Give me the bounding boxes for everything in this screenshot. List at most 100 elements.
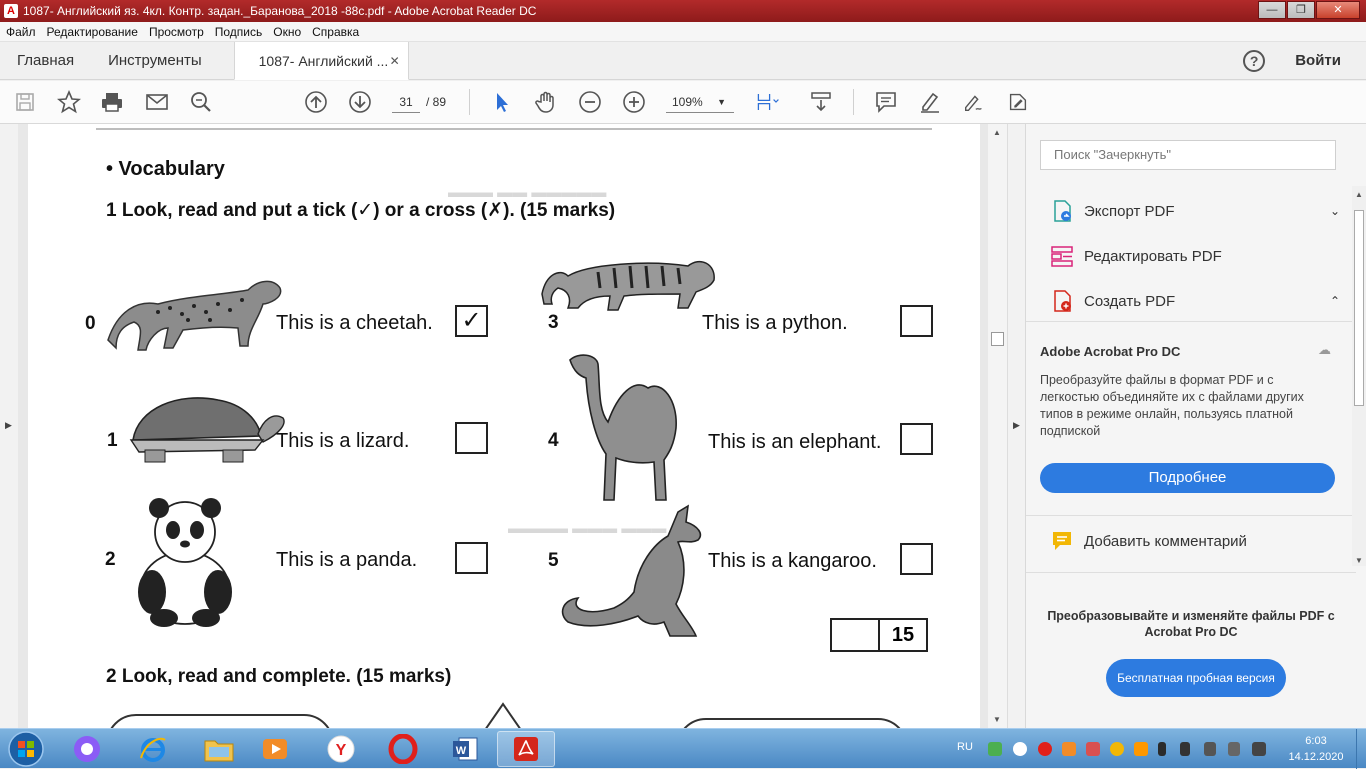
left-pane-toggle[interactable]: ▶ — [0, 124, 18, 728]
sign-icon[interactable] — [962, 90, 986, 114]
zoom-out-icon[interactable] — [578, 90, 602, 114]
document-area[interactable]: ▶ ▬▬▬ ▬▬ ▬▬▬▬▬ ▬▬▬▬ ▬▬▬ ▬▬▬ • Vocabulary… — [0, 124, 1007, 728]
add-comment-tool[interactable]: Добавить комментарий — [1050, 526, 1330, 556]
tray-icon[interactable] — [1062, 742, 1076, 756]
scroll-up-icon[interactable]: ▲ — [1355, 190, 1363, 199]
edit-pdf-label: Редактировать PDF — [1084, 247, 1222, 265]
network-icon[interactable] — [1228, 742, 1240, 756]
document-scrollbar[interactable]: ▲ ▼ — [988, 124, 1007, 728]
export-pdf-tool[interactable]: Экспорт PDF ⌄ — [1050, 196, 1340, 226]
bluetooth-icon[interactable] — [1158, 742, 1166, 756]
prev-page-icon[interactable] — [304, 90, 328, 114]
tools-search-input[interactable]: Поиск "Зачеркнуть" — [1040, 140, 1336, 170]
item-sentence: This is a lizard. — [276, 430, 410, 452]
highlight-pen-icon[interactable] — [918, 90, 942, 114]
answer-checkbox[interactable]: ✓ — [455, 305, 488, 337]
acrobat-icon — [514, 737, 538, 761]
chevron-down-icon[interactable]: ⌄ — [1330, 204, 1340, 218]
item-sentence: This is a python. — [702, 312, 848, 334]
answer-checkbox[interactable] — [900, 423, 933, 455]
free-trial-button[interactable]: Бесплатная пробная версия — [1106, 659, 1286, 697]
tab-home[interactable]: Главная — [0, 42, 91, 79]
svg-text:W: W — [456, 745, 467, 757]
mail-icon[interactable] — [145, 90, 169, 114]
export-pdf-icon — [1054, 200, 1071, 222]
help-icon[interactable]: ? — [1243, 49, 1266, 72]
menu-bar: Файл Редактирование Просмотр Подпись Окн… — [0, 22, 1366, 42]
menu-edit[interactable]: Редактирование — [41, 25, 143, 39]
scroll-mode-icon[interactable] — [809, 90, 833, 114]
taskbar-app-acrobat[interactable] — [497, 731, 555, 767]
scroll-thumb[interactable] — [991, 332, 1004, 346]
taskbar-app-word[interactable]: W — [436, 731, 494, 767]
menu-help[interactable]: Справка — [306, 25, 364, 39]
tab-document[interactable]: 1087- Английский ... ✕ — [233, 42, 409, 80]
tortoise-image — [129, 397, 285, 463]
start-button[interactable] — [4, 730, 48, 768]
select-cursor-icon[interactable] — [490, 90, 514, 114]
zoom-select[interactable]: 109% ▼ — [666, 91, 734, 113]
tray-icon[interactable] — [1038, 742, 1052, 756]
taskbar-app-ie[interactable] — [124, 731, 182, 767]
taskbar-app-yandex[interactable]: Y — [312, 731, 370, 767]
learn-more-button[interactable]: Подробнее — [1040, 463, 1335, 493]
scroll-down-icon[interactable]: ▼ — [993, 715, 1001, 724]
internet-explorer-icon — [140, 737, 166, 762]
answer-checkbox[interactable] — [900, 305, 933, 337]
signal-icon[interactable] — [1252, 742, 1266, 756]
answer-checkbox[interactable] — [900, 543, 933, 575]
volume-icon[interactable] — [1204, 742, 1216, 756]
zoom-in-icon[interactable] — [622, 90, 646, 114]
tray-icon[interactable] — [1086, 742, 1100, 756]
opera-icon — [388, 734, 418, 764]
taskbar-app-opera[interactable] — [374, 731, 432, 767]
tools-pane-scrollbar[interactable]: ▲ ▼ — [1352, 186, 1366, 566]
maximize-button[interactable]: ❐ — [1287, 1, 1315, 19]
hand-tool-icon[interactable] — [534, 90, 558, 114]
chevron-up-icon[interactable]: ⌃ — [1330, 294, 1340, 308]
signin-button[interactable]: Войти — [1295, 52, 1341, 69]
create-pdf-tool[interactable]: Создать PDF ⌃ — [1050, 286, 1340, 316]
edit-pdf-tool[interactable]: Редактировать PDF — [1050, 241, 1330, 271]
page-number-input[interactable]: 31 — [392, 91, 420, 113]
menu-sign[interactable]: Подпись — [209, 25, 268, 39]
close-window-button[interactable]: ✕ — [1316, 1, 1360, 19]
next-page-icon[interactable] — [348, 90, 372, 114]
page-fit-icon[interactable] — [756, 90, 780, 114]
input-language[interactable]: RU — [957, 741, 973, 753]
toolbar-divider — [469, 89, 470, 115]
menu-view[interactable]: Просмотр — [143, 25, 209, 39]
export-pdf-label: Экспорт PDF — [1084, 202, 1175, 220]
show-desktop-button[interactable] — [1356, 729, 1366, 769]
scroll-down-icon[interactable]: ▼ — [1355, 556, 1363, 565]
tray-icon[interactable] — [1134, 742, 1148, 756]
tab-tools[interactable]: Инструменты — [91, 42, 219, 79]
menu-window[interactable]: Окно — [267, 25, 306, 39]
star-icon[interactable] — [57, 90, 81, 114]
print-icon[interactable] — [100, 90, 124, 114]
menu-file[interactable]: Файл — [0, 25, 41, 39]
clock[interactable]: 6:03 14.12.2020 — [1286, 733, 1346, 765]
comment-icon[interactable] — [874, 90, 898, 114]
tray-icon[interactable] — [1013, 742, 1027, 756]
answer-checkbox[interactable] — [455, 542, 488, 574]
minimize-button[interactable]: — — [1258, 1, 1286, 19]
answer-checkbox[interactable] — [455, 422, 488, 454]
scroll-thumb[interactable] — [1354, 210, 1364, 406]
score-blank — [832, 620, 880, 650]
device-icon[interactable] — [1180, 742, 1190, 756]
tray-icon[interactable] — [988, 742, 1002, 756]
scroll-up-icon[interactable]: ▲ — [993, 128, 1001, 137]
acrobat-app-icon: A — [4, 4, 18, 18]
panda-image — [138, 498, 232, 627]
right-pane-toggle[interactable]: ▶ — [1007, 124, 1025, 728]
taskbar-app-alice[interactable] — [58, 731, 116, 767]
taskbar-app-explorer[interactable] — [190, 731, 248, 767]
search-zoom-icon[interactable] — [189, 90, 213, 114]
tab-close-icon[interactable]: ✕ — [390, 54, 400, 68]
tray-icon[interactable] — [1110, 742, 1124, 756]
taskbar-app-media[interactable] — [246, 731, 304, 767]
fill-sign-icon[interactable] — [1006, 90, 1030, 114]
save-icon[interactable] — [13, 90, 37, 114]
item-number: 5 — [548, 550, 559, 571]
